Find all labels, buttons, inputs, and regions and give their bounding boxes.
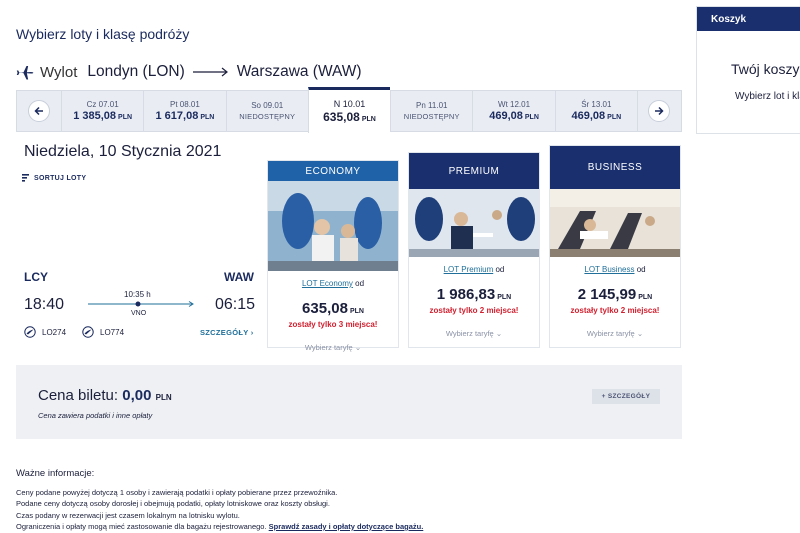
fare-price: 1 986,83 PLN <box>436 286 512 303</box>
date-price: 469,08 PLN <box>489 110 539 122</box>
date-option-10-01-selected[interactable]: N 10.01 635,08 PLN <box>307 87 391 133</box>
date-selector: Cz 07.01 1 385,08 PLN Pt 08.01 1 617,08 PL… <box>16 87 682 133</box>
date-price: 1 385,08 PLN <box>73 110 133 122</box>
date-option-13-01[interactable]: Śr 13.01 469,08 PLN <box>554 91 637 131</box>
selected-date-heading: Niedziela, 10 Stycznia 2021 <box>24 143 222 160</box>
fare-name: LOT Premium od <box>443 265 505 274</box>
choose-fare-button[interactable]: Wybierz taryfę ⌄ <box>409 329 539 338</box>
chevron-right-icon: › <box>250 328 254 337</box>
price-note: Cena zawiera podatki i inne opłaty <box>38 411 153 420</box>
sort-flights-button[interactable]: SORTUJ LOTY <box>22 174 86 182</box>
fare-card-economy[interactable]: ECONOMY LOT Economy od 635,08 PLN zostały… <box>267 160 399 352</box>
cart-panel: Koszyk Twój koszyk Wybierz lot i klasę <box>696 6 800 134</box>
sort-label: SORTUJ LOTY <box>34 174 87 182</box>
fare-name-link[interactable]: LOT Premium <box>444 265 494 274</box>
chevron-down-icon: ⌄ <box>495 329 503 338</box>
flight-details-link[interactable]: SZCZEGÓŁY › <box>200 328 254 337</box>
cart-title: Twój koszyk <box>731 61 800 77</box>
fare-price: 2 145,99 PLN <box>577 286 653 303</box>
route-header: Wylot Londyn (LON) Warszawa (WAW) <box>16 62 362 82</box>
arrival-time: 06:15 <box>215 296 256 313</box>
date-price: 635,08 PLN <box>323 110 376 124</box>
next-dates-button[interactable] <box>636 91 681 131</box>
flight-path-line <box>88 301 194 307</box>
flight-number-2: LO774 <box>82 326 124 338</box>
fare-price: 635,08 PLN <box>302 300 364 317</box>
date-label: Pt 08.01 <box>170 100 200 109</box>
premium-cabin-image <box>409 189 539 257</box>
seats-left-warning: zostały tylko 3 miejsca! <box>288 320 378 329</box>
sort-icon <box>22 174 29 182</box>
baggage-rules-link[interactable]: Sprawdź zasady i opłaty dotyczące bagażu… <box>269 522 424 531</box>
chevron-down-icon: ⌄ <box>636 329 644 338</box>
destination-airport-code: WAW <box>224 270 254 284</box>
route-arrow-icon <box>192 67 228 77</box>
important-info-list: Ceny podane powyżej dotyczą 1 osoby i za… <box>16 487 423 532</box>
airline-logo-icon <box>24 326 36 338</box>
date-price: 469,08 PLN <box>571 110 622 122</box>
route-label: Wylot <box>40 63 78 81</box>
choose-fare-button[interactable]: Wybierz taryfę ⌄ <box>268 343 398 352</box>
date-option-09-01: So 09.01 NIEDOSTĘPNY <box>225 91 308 131</box>
ticket-price-summary: Cena biletu: 0,00 PLN Cena zawiera podat… <box>16 365 682 439</box>
date-option-07-01[interactable]: Cz 07.01 1 385,08 PLN <box>61 91 143 131</box>
stopover-airport: VNO <box>131 310 147 317</box>
info-line: Ceny podane powyżej dotyczą 1 osoby i za… <box>16 488 338 497</box>
fare-class-title: BUSINESS <box>550 146 680 189</box>
seats-left-warning: zostały tylko 2 miejsca! <box>570 306 660 315</box>
date-label: Cz 07.01 <box>86 100 119 109</box>
date-label: N 10.01 <box>333 99 366 109</box>
info-line: Podane ceny dotyczą osoby dorosłej i obe… <box>16 499 330 509</box>
date-label: So 09.01 <box>251 101 284 110</box>
fare-name-link[interactable]: LOT Economy <box>302 279 353 288</box>
fare-name: LOT Business od <box>584 265 646 274</box>
info-line: Ograniczenia i opłaty mogą mieć zastosow… <box>16 521 424 531</box>
summary-details-button[interactable]: + SZCZEGÓŁY <box>592 389 660 404</box>
page-title: Wybierz loty i klasę podróży <box>16 26 190 42</box>
fare-class-title: ECONOMY <box>268 161 398 181</box>
important-info-title: Ważne informacje: <box>16 468 95 479</box>
info-line: Czas podany w rezerwacji jest czasem lok… <box>16 510 240 520</box>
arrow-left-icon <box>34 106 43 116</box>
date-option-08-01[interactable]: Pt 08.01 1 617,08 PLN <box>143 91 225 131</box>
flight-number-1: LO274 <box>24 326 66 338</box>
plane-icon <box>16 66 34 80</box>
date-label: Śr 13.01 <box>581 100 612 109</box>
fare-card-business[interactable]: BUSINESS LOT Business od 2 145,99 PLN zos… <box>549 145 681 348</box>
fare-name-link[interactable]: LOT Business <box>584 265 634 274</box>
choose-fare-button[interactable]: Wybierz taryfę ⌄ <box>550 329 680 338</box>
date-option-11-01: Pn 11.01 NIEDOSTĘPNY <box>390 91 472 131</box>
date-price: 1 617,08 PLN <box>155 110 215 122</box>
chevron-down-icon: ⌄ <box>354 343 362 352</box>
economy-cabin-image <box>268 181 398 271</box>
fare-card-premium[interactable]: PREMIUM LOT Premium od 1 986,83 PLN zosta… <box>408 152 540 348</box>
booking-page: Wybierz loty i klasę podróży Wylot Londy… <box>0 0 800 533</box>
date-label: Pn 11.01 <box>416 101 448 110</box>
date-label: Wt 12.01 <box>498 100 531 109</box>
date-unavailable: NIEDOSTĘPNY <box>403 112 460 121</box>
business-cabin-image <box>550 189 680 257</box>
date-unavailable: NIEDOSTĘPNY <box>239 112 296 121</box>
destination-city: Warszawa (WAW) <box>236 63 362 80</box>
arrow-right-icon <box>655 106 665 116</box>
date-option-12-01[interactable]: Wt 12.01 469,08 PLN <box>472 91 554 131</box>
fare-class-title: PREMIUM <box>409 153 539 189</box>
flight-duration: 10:35 h <box>124 290 151 299</box>
seats-left-warning: zostały tylko 2 miejsca! <box>429 306 519 315</box>
ticket-price: Cena biletu: 0,00 PLN <box>38 387 172 404</box>
cart-header: Koszyk <box>697 7 800 31</box>
cart-subtitle: Wybierz lot i klasę <box>735 91 800 102</box>
departure-time: 18:40 <box>24 296 65 313</box>
origin-city: Londyn (LON) <box>87 63 185 80</box>
previous-dates-button[interactable] <box>17 91 61 131</box>
origin-airport-code: LCY <box>24 270 48 284</box>
airline-logo-icon <box>82 326 94 338</box>
fare-name: LOT Economy od <box>301 279 365 288</box>
